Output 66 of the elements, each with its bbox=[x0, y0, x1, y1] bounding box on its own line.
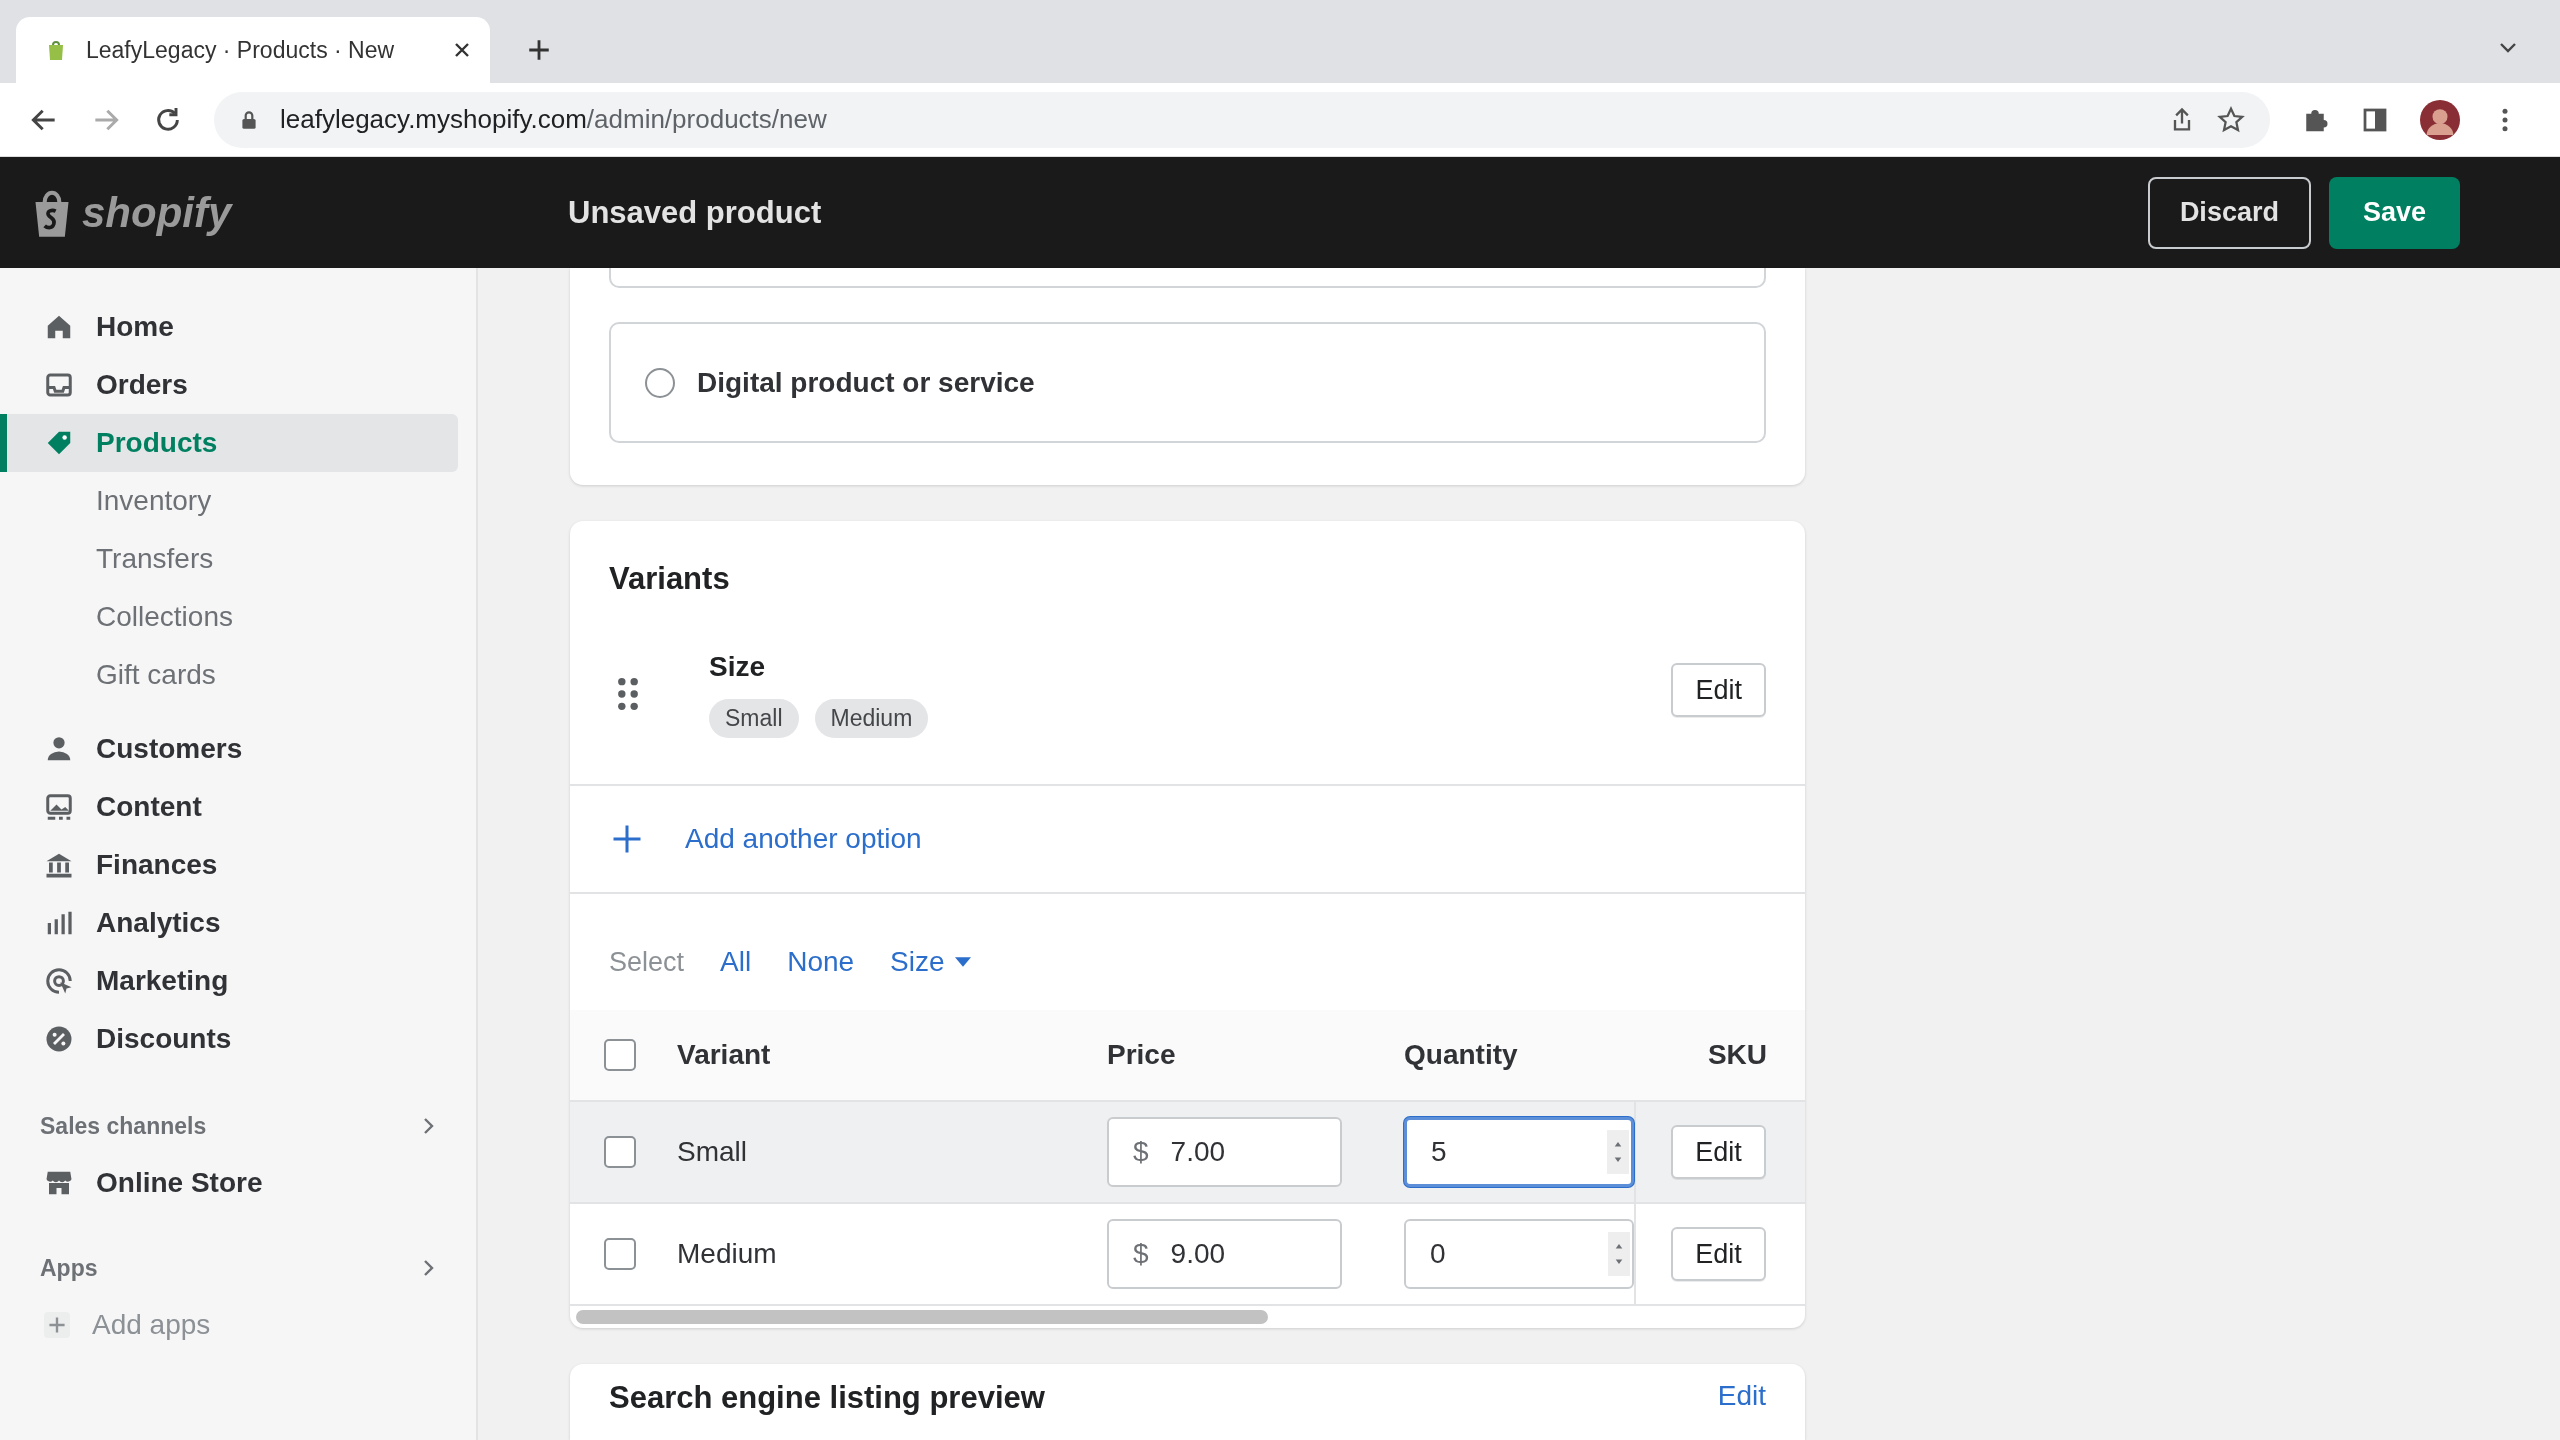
nav-item[interactable]: Home bbox=[0, 298, 458, 356]
edit-button[interactable]: Edit bbox=[1671, 1227, 1766, 1281]
edit-button[interactable]: Edit bbox=[1671, 663, 1766, 717]
scrollbar[interactable] bbox=[576, 1310, 1268, 1324]
price-field[interactable]: $ 9.00 bbox=[1107, 1219, 1342, 1289]
column-header: Variant bbox=[677, 1039, 772, 1071]
option-label: Digital product or service bbox=[697, 366, 1035, 399]
checkbox[interactable] bbox=[604, 1136, 636, 1168]
edit-button[interactable]: Edit bbox=[1671, 1125, 1766, 1179]
option-name: Size bbox=[709, 650, 767, 684]
browser-tab[interactable]: LeafyLegacy · Products · New bbox=[16, 17, 490, 83]
nav-subitem[interactable]: Transfers bbox=[0, 530, 476, 588]
quantity-field[interactable]: 0 bbox=[1404, 1219, 1634, 1289]
variant-name: Medium bbox=[677, 1238, 778, 1270]
discard-button[interactable]: Discard bbox=[2147, 176, 2311, 249]
discount-icon bbox=[44, 1024, 74, 1054]
add-option-link[interactable]: Add another option bbox=[685, 823, 922, 855]
image-icon bbox=[44, 792, 74, 822]
tab-title: LeafyLegacy · Products · New bbox=[86, 36, 396, 64]
nav-subitem[interactable]: Gift cards bbox=[0, 646, 476, 704]
caret-icon bbox=[954, 957, 971, 967]
avatar-icon[interactable] bbox=[2420, 99, 2460, 140]
variant-name: Small bbox=[677, 1136, 748, 1168]
checkbox[interactable] bbox=[604, 1039, 636, 1071]
nav-item[interactable]: Finances bbox=[0, 836, 458, 894]
quantity-field[interactable]: 5 bbox=[1404, 1117, 1634, 1187]
value-tag: Medium bbox=[814, 699, 929, 738]
section-heading: Apps bbox=[40, 1254, 98, 1282]
column-header: SKU bbox=[1706, 1039, 1768, 1071]
page-title: Unsaved product bbox=[568, 194, 822, 231]
nav-item[interactable]: Products bbox=[0, 414, 458, 472]
nav-subitem[interactable]: Collections bbox=[0, 588, 476, 646]
url-text: leafylegacy.myshopify.com/admin/products/new bbox=[280, 104, 827, 135]
nav-item[interactable]: Customers bbox=[0, 720, 458, 778]
checkbox[interactable] bbox=[604, 1238, 636, 1270]
nav-item[interactable]: Discounts bbox=[0, 1010, 458, 1068]
select-link[interactable]: None bbox=[787, 946, 855, 978]
value-tag: Small bbox=[709, 699, 799, 738]
plus-icon bbox=[44, 1312, 70, 1338]
option-box[interactable]: Digital product or service bbox=[609, 322, 1766, 443]
card-title: Variants bbox=[608, 561, 731, 597]
price-field[interactable]: $ 7.00 bbox=[1107, 1117, 1342, 1187]
nav-item[interactable]: Online Store bbox=[0, 1154, 458, 1212]
radio-button[interactable] bbox=[645, 367, 675, 398]
select-label: Select bbox=[609, 946, 685, 978]
nav-item[interactable]: Marketing bbox=[0, 952, 458, 1010]
card-title: Search engine listing preview bbox=[609, 1380, 1045, 1416]
stepper-icon[interactable] bbox=[1608, 1232, 1630, 1276]
drag-handle-icon[interactable] bbox=[617, 677, 639, 711]
nav-item[interactable]: Orders bbox=[0, 356, 458, 414]
logo-text: shopify bbox=[82, 188, 232, 237]
nav-subitem[interactable]: Inventory bbox=[0, 472, 476, 530]
target-icon bbox=[44, 966, 74, 996]
nav-item[interactable]: Content bbox=[0, 778, 458, 836]
column-header: Quantity bbox=[1404, 1039, 1519, 1071]
section-heading: Sales channels bbox=[40, 1112, 207, 1140]
select-link[interactable]: All bbox=[720, 946, 752, 978]
address-field[interactable]: leafylegacy.myshopify.com/admin/products/new bbox=[214, 91, 2270, 148]
star-icon[interactable] bbox=[2216, 104, 2246, 135]
plus-icon[interactable] bbox=[526, 37, 552, 63]
filter-dropdown[interactable]: Size bbox=[890, 946, 971, 978]
stepper-icon[interactable] bbox=[1607, 1130, 1629, 1174]
nav-item[interactable]: Analytics bbox=[0, 894, 458, 952]
column-header: Price bbox=[1107, 1039, 1177, 1071]
save-button[interactable]: Save bbox=[2328, 176, 2460, 249]
edit-link[interactable]: Edit bbox=[1717, 1380, 1766, 1412]
